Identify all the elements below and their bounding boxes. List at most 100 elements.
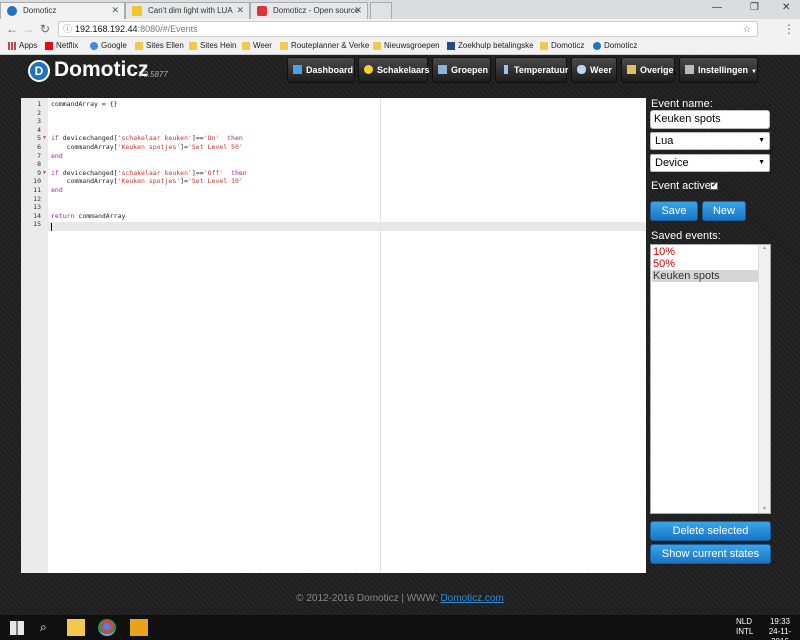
saved-event-item[interactable]: 10% (652, 246, 760, 258)
search-icon[interactable]: ⌕ (40, 620, 47, 635)
new-button[interactable]: New (702, 201, 746, 221)
bookmark-domoticz-folder[interactable]: Domoticz (540, 41, 584, 50)
browser-tab-domoticz-site[interactable]: Domoticz - Open source ✕ (250, 2, 368, 19)
nav-overige[interactable]: Overige (621, 57, 675, 83)
code-token: commandArray (78, 211, 126, 220)
window-close-icon[interactable]: ✕ (782, 2, 790, 13)
event-name-input[interactable]: Keuken spots (650, 110, 770, 129)
page-info-icon[interactable]: ⓘ (63, 22, 72, 36)
text-cursor (51, 223, 52, 231)
version-label: V3.5877 (138, 70, 168, 79)
thermometer-icon (504, 65, 508, 74)
code-token: 'Keuken spotjes' (117, 143, 181, 151)
bookmark-zoekhulp[interactable]: Zoekhulp betalingske (447, 41, 534, 50)
bookmark-label: Weer (253, 41, 272, 50)
chevron-down-icon: ▼ (758, 159, 765, 166)
saved-events-list[interactable]: 10% 50% Keuken spots ▲ ▼ (650, 244, 771, 514)
saved-event-item[interactable]: 50% (652, 258, 760, 270)
nav-dashboard[interactable]: Dashboard (287, 57, 355, 83)
bookmark-routeplanner[interactable]: Routeplanner & Verke (280, 41, 369, 50)
code-line[interactable]: commandArray = {} (51, 100, 118, 108)
bookmark-label: Zoekhulp betalingske (458, 41, 534, 50)
url-field[interactable]: ⓘ 192.168.192.44:8080/#/Events ☆ (58, 21, 758, 37)
scroll-up-icon[interactable]: ▲ (762, 245, 767, 251)
scroll-down-icon[interactable]: ▼ (762, 506, 767, 512)
nav-label: Dashboard (306, 65, 354, 75)
fold-arrow-icon[interactable]: ▼ (42, 170, 47, 176)
domoticz-link[interactable]: Domoticz.com (440, 593, 503, 604)
folder-icon (373, 42, 381, 50)
nav-schakelaars[interactable]: Schakelaars (358, 57, 430, 83)
code-token: commandArray[ (51, 177, 118, 186)
bookmark-sites-hein[interactable]: Sites Hein (189, 41, 236, 50)
bookmark-apps[interactable]: Apps (8, 41, 37, 50)
code-token: devicechanged[ (62, 168, 118, 177)
browser-tab-forum[interactable]: Can't dim light with LUA ✕ (125, 2, 250, 19)
domoticz-favicon-icon (7, 6, 17, 16)
code-line[interactable]: if devicechanged['schakelaar keuken']=='… (51, 134, 243, 142)
code-line[interactable]: commandArray['Keuken spotjes']='Set Leve… (51, 177, 243, 185)
bookmark-star-icon[interactable]: ☆ (743, 22, 751, 36)
tools-icon (685, 65, 694, 74)
code-token: 'schakelaar keuken' (117, 134, 192, 143)
bookmark-domoticz[interactable]: Domoticz (593, 41, 637, 50)
close-icon[interactable]: ✕ (354, 3, 362, 18)
outlook-icon[interactable] (130, 619, 148, 636)
bookmark-label: Routeplanner & Verke (291, 41, 370, 50)
maximize-icon[interactable]: ❐ (750, 2, 759, 13)
minimize-icon[interactable]: — (712, 2, 722, 13)
line-number: 10 (33, 177, 41, 186)
nav-instellingen[interactable]: Instellingen ▼ (679, 57, 758, 83)
bookmark-nieuwsgroepen[interactable]: Nieuwsgroepen (373, 41, 440, 50)
line-number: 14 (33, 211, 41, 220)
bookmark-label: Sites Hein (200, 41, 237, 50)
line-number: 9 (37, 168, 41, 177)
footer: © 2012-2016 Domoticz | WWW: Domoticz.com (0, 593, 800, 604)
code-token: ]= (180, 143, 188, 151)
nav-weer[interactable]: Weer (571, 57, 617, 83)
apps-grid-icon (8, 42, 16, 50)
forward-arrow-icon[interactable]: → (22, 22, 34, 36)
fold-arrow-icon[interactable]: ▼ (42, 135, 47, 141)
saved-events-scrollbar[interactable]: ▲ ▼ (758, 245, 770, 513)
new-tab-button[interactable] (370, 2, 392, 19)
close-icon[interactable]: ✕ (236, 3, 244, 18)
delete-selected-button[interactable]: Delete selected (650, 521, 771, 541)
misc-icon (627, 65, 636, 74)
close-icon[interactable]: ✕ (111, 3, 119, 18)
nav-groepen[interactable]: Groepen (432, 57, 491, 83)
reload-icon[interactable]: ↻ (40, 22, 50, 36)
line-number: 2 (37, 108, 41, 117)
bookmark-google[interactable]: Google (90, 41, 127, 50)
bookmark-netflix[interactable]: Netflix (45, 41, 78, 50)
file-explorer-icon[interactable] (67, 619, 85, 636)
back-arrow-icon[interactable]: ← (6, 22, 18, 36)
code-line[interactable]: commandArray['Keuken spotjes']='Set Leve… (51, 143, 243, 151)
browser-tab-domoticz[interactable]: Domoticz ✕ (0, 2, 125, 19)
address-toolbar: ← → ↻ ⓘ 192.168.192.44:8080/#/Events ☆ ⋮ (0, 19, 800, 39)
nav-temperatuur[interactable]: Temperatuur (495, 57, 568, 83)
lua-code-editor[interactable]: 1 2 3 4 5 ▼ 6 7 8 9 ▼ 10 11 12 13 14 15 commandArray = {… (21, 98, 646, 573)
trigger-type-select[interactable]: Device ▼ (650, 154, 770, 172)
system-clock[interactable]: 19:3324-11-2016 (760, 617, 800, 640)
code-line[interactable]: return commandArray (51, 212, 125, 220)
bookmark-sites-ellen[interactable]: Sites Ellen (135, 41, 184, 50)
lightbulb-icon (364, 65, 373, 74)
chrome-icon[interactable] (98, 619, 116, 636)
windows-start-icon[interactable] (10, 621, 24, 635)
bookmark-weer[interactable]: Weer (242, 41, 272, 50)
code-line[interactable]: if devicechanged['schakelaar keuken']=='… (51, 169, 247, 177)
event-active-checkbox[interactable]: ✔ (710, 182, 718, 190)
language-select[interactable]: Lua ▼ (650, 132, 770, 150)
windows-taskbar: ⌕ NLDINTL 19:3324-11-2016 (0, 615, 800, 640)
tab-title: Domoticz (23, 6, 57, 15)
chrome-menu-icon[interactable]: ⋮ (783, 22, 795, 36)
language-indicator[interactable]: NLD INTL (736, 617, 753, 637)
save-button[interactable]: Save (650, 201, 698, 221)
saved-event-item-selected[interactable]: Keuken spots (652, 270, 760, 282)
show-current-states-button[interactable]: Show current states (650, 544, 771, 564)
code-line[interactable]: end (51, 186, 63, 194)
code-line[interactable]: end (51, 152, 63, 160)
